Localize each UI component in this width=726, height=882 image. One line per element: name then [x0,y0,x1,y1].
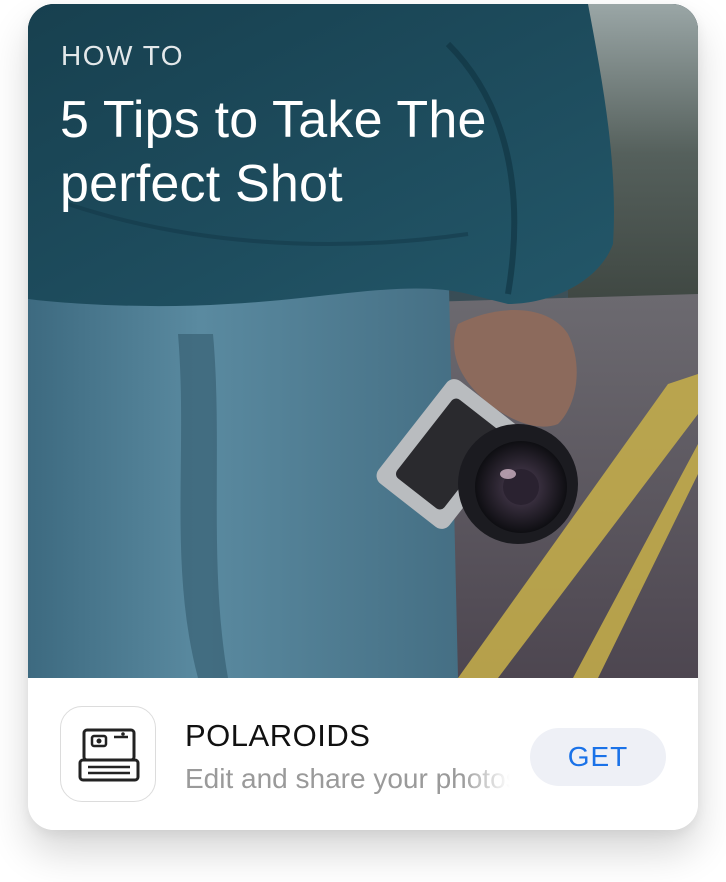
get-button[interactable]: GET [530,728,666,786]
story-headline: 5 Tips to Take The perfect Shot [60,91,487,213]
story-card[interactable]: HOW TO 5 Tips to Take The perfect Shot P… [28,4,698,830]
app-row[interactable]: POLAROIDS Edit and share your photos GET [28,678,698,830]
app-name: POLAROIDS [185,718,371,753]
hero-image[interactable]: HOW TO 5 Tips to Take The perfect Shot [28,4,698,678]
polaroid-camera-glyph [78,728,140,782]
polaroid-camera-icon[interactable] [60,706,156,802]
story-eyebrow: HOW TO [61,40,185,71]
app-description: Edit and share your photos [185,763,510,794]
